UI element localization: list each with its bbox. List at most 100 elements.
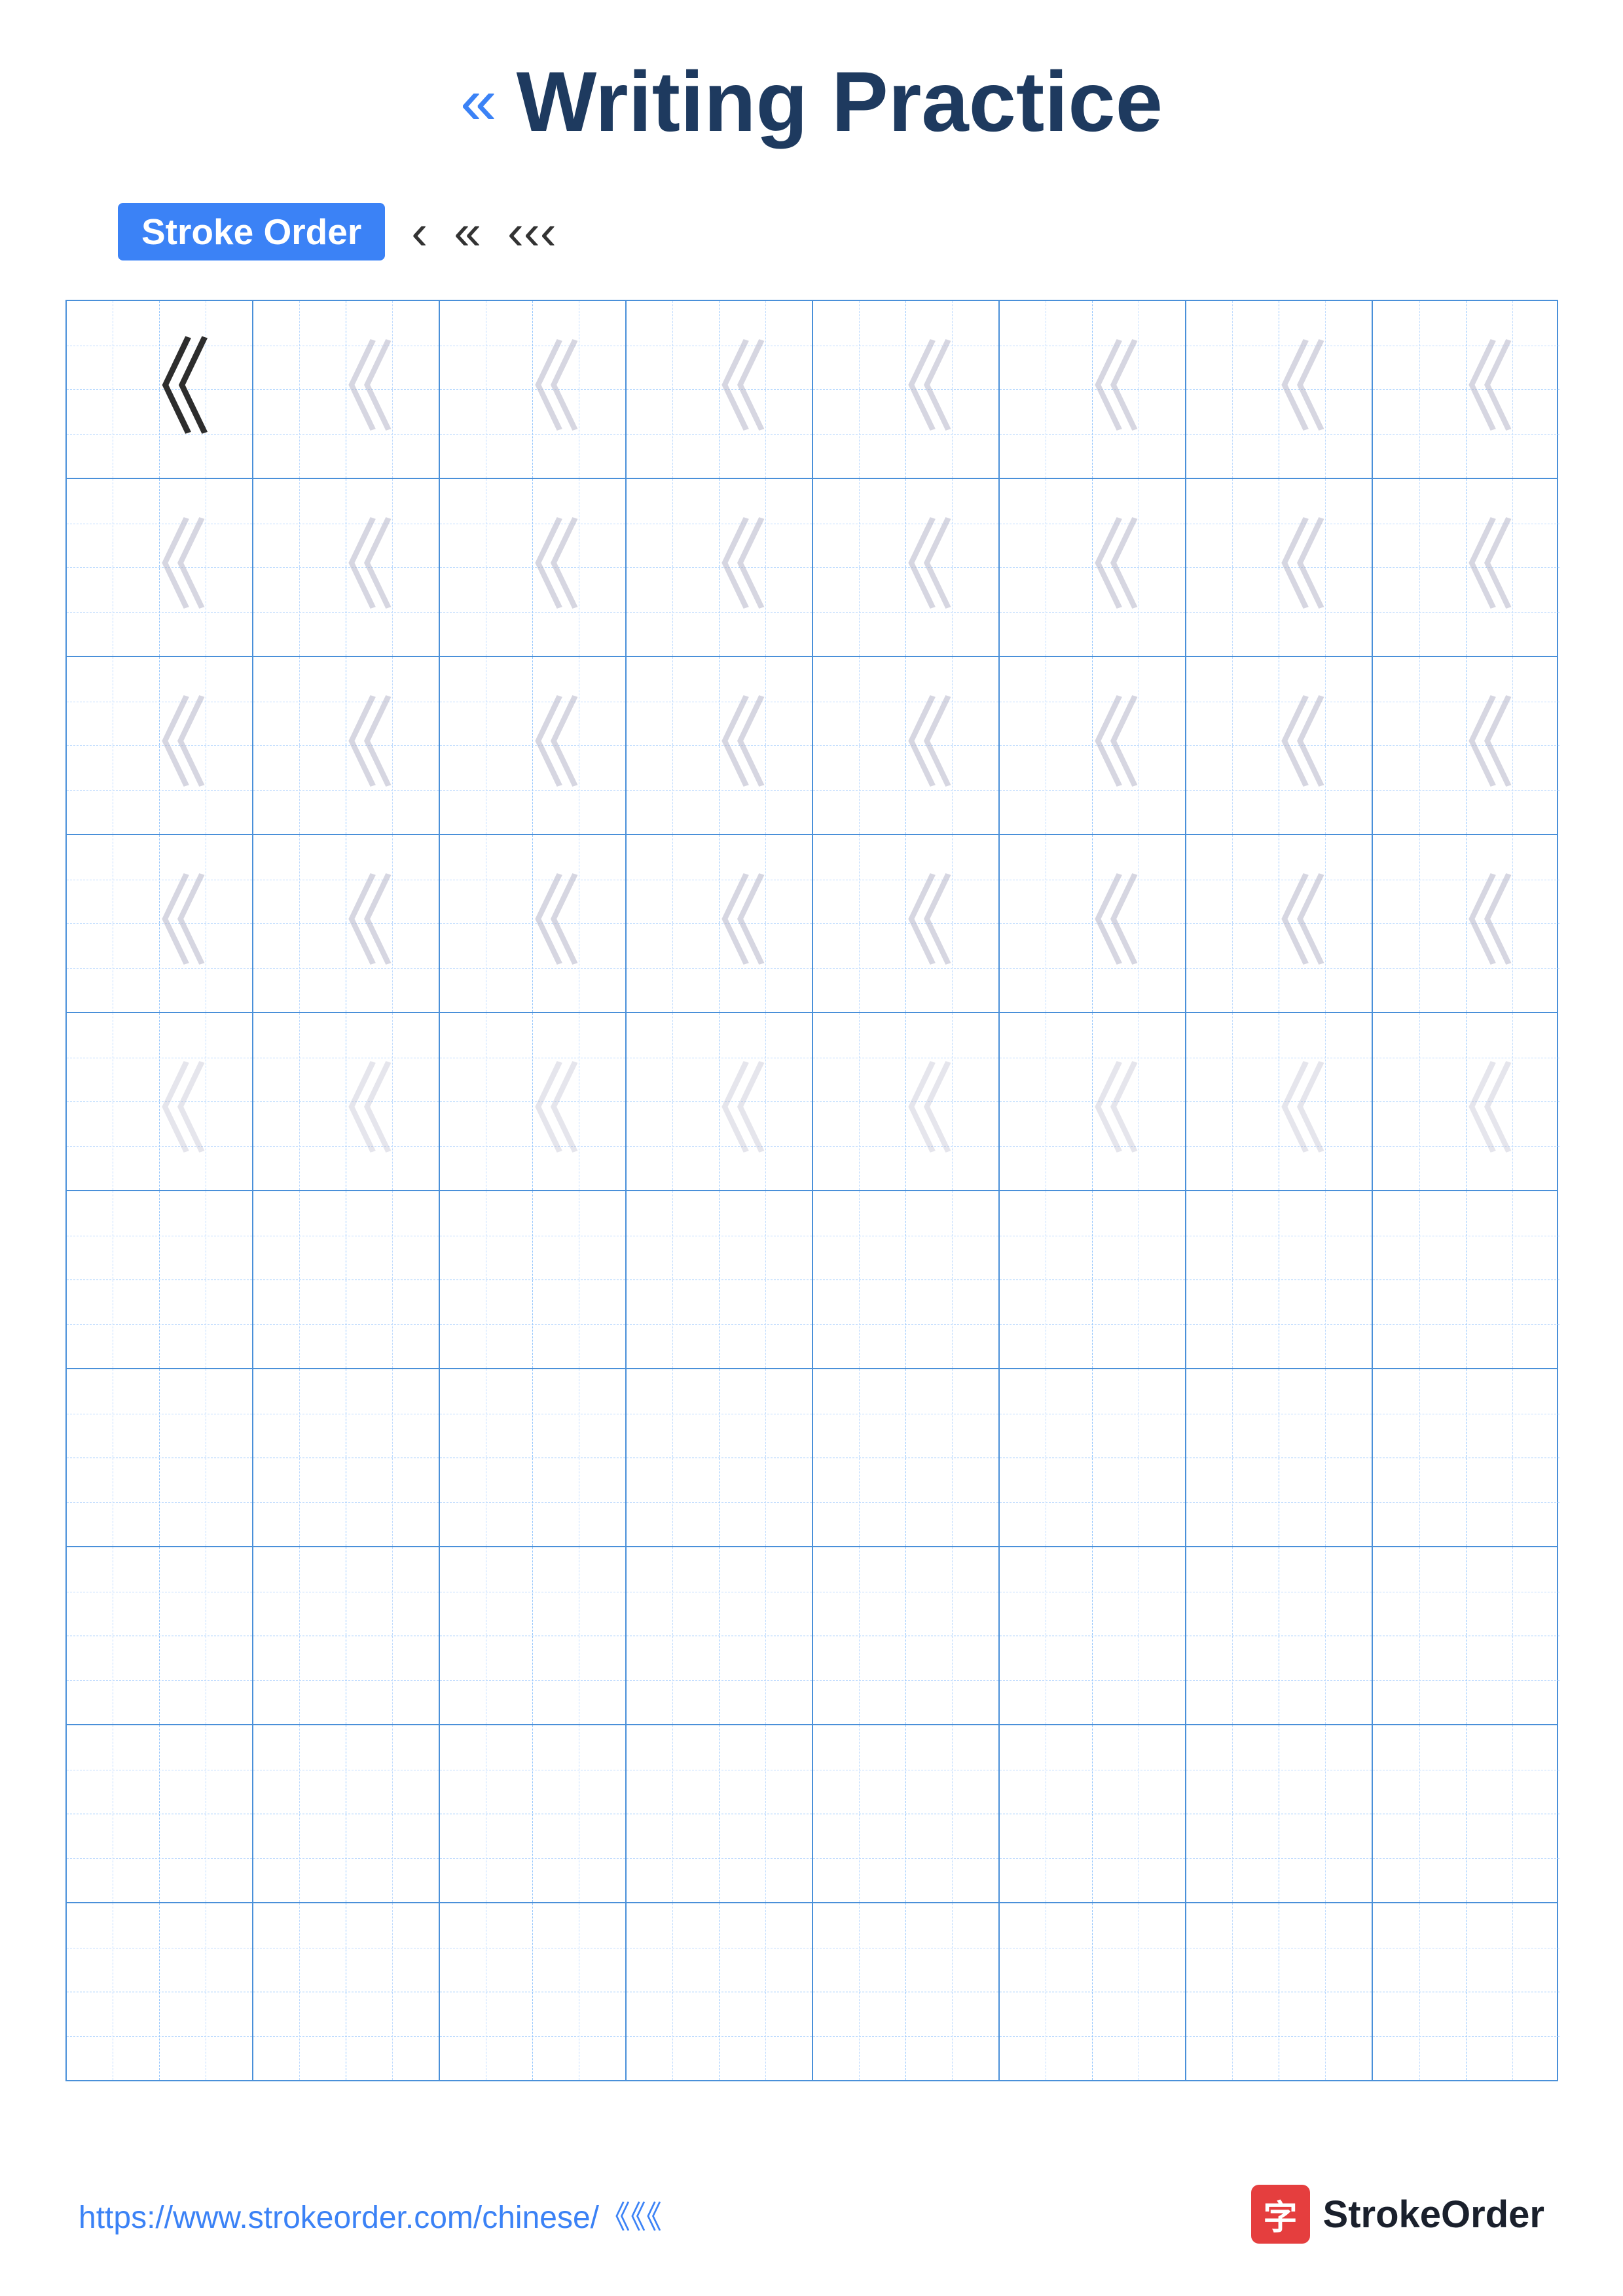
grid-cell-10-6[interactable] — [1000, 1903, 1186, 2080]
grid-cell-4-3[interactable]: 《 — [440, 835, 627, 1012]
grid-cell-4-1[interactable]: 《 — [67, 835, 253, 1012]
grid-cell-7-7[interactable] — [1186, 1369, 1373, 1546]
grid-cell-4-6[interactable]: 《 — [1000, 835, 1186, 1012]
grid-row-3: 《 《 《 — [67, 657, 1557, 835]
stroke-order-badge: Stroke Order — [118, 203, 385, 260]
grid-row-1: 《 《 《 — [67, 301, 1557, 479]
grid-cell-6-5[interactable] — [813, 1191, 1000, 1368]
grid-cell-1-5[interactable]: 《 — [813, 301, 1000, 478]
grid-row-4: 《 《 《 — [67, 835, 1557, 1013]
grid-cell-3-4[interactable]: 《 — [627, 657, 813, 834]
grid-cell-8-2[interactable] — [253, 1547, 440, 1724]
grid-cell-8-3[interactable] — [440, 1547, 627, 1724]
grid-cell-2-8[interactable]: 《 — [1373, 479, 1559, 656]
page-title: Writing Practice — [517, 52, 1163, 151]
grid-cell-9-7[interactable] — [1186, 1725, 1373, 1902]
grid-cell-10-8[interactable] — [1373, 1903, 1559, 2080]
grid-cell-4-7[interactable]: 《 — [1186, 835, 1373, 1012]
grid-cell-10-3[interactable] — [440, 1903, 627, 2080]
grid-cell-2-5[interactable]: 《 — [813, 479, 1000, 656]
grid-cell-5-6[interactable]: 《 — [1000, 1013, 1186, 1190]
grid-cell-8-7[interactable] — [1186, 1547, 1373, 1724]
grid-cell-9-8[interactable] — [1373, 1725, 1559, 1902]
grid-cell-8-8[interactable] — [1373, 1547, 1559, 1724]
footer-brand: 字 StrokeOrder — [1251, 2185, 1544, 2244]
grid-cell-3-6[interactable]: 《 — [1000, 657, 1186, 834]
grid-cell-7-1[interactable] — [67, 1369, 253, 1546]
stroke-char-2: « — [454, 204, 481, 260]
practice-grid: 《 《 《 — [65, 300, 1558, 2081]
grid-row-2: 《 《 《 — [67, 479, 1557, 657]
grid-cell-9-6[interactable] — [1000, 1725, 1186, 1902]
grid-cell-6-4[interactable] — [627, 1191, 813, 1368]
grid-cell-4-5[interactable]: 《 — [813, 835, 1000, 1012]
grid-cell-2-2[interactable]: 《 — [253, 479, 440, 656]
grid-cell-5-7[interactable]: 《 — [1186, 1013, 1373, 1190]
grid-cell-1-8[interactable]: 《 — [1373, 301, 1559, 478]
title-icon: « — [460, 69, 497, 134]
grid-cell-7-6[interactable] — [1000, 1369, 1186, 1546]
grid-cell-9-3[interactable] — [440, 1725, 627, 1902]
grid-cell-5-1[interactable]: 《 — [67, 1013, 253, 1190]
grid-cell-2-1[interactable]: 《 — [67, 479, 253, 656]
char-solid: 《 — [107, 337, 211, 442]
grid-cell-1-3[interactable]: 《 — [440, 301, 627, 478]
grid-cell-7-8[interactable] — [1373, 1369, 1559, 1546]
page: « Writing Practice Stroke Order ‹ « ‹‹‹ … — [0, 0, 1623, 2296]
char-faint: 《 — [297, 340, 395, 439]
grid-cell-3-2[interactable]: 《 — [253, 657, 440, 834]
grid-cell-8-5[interactable] — [813, 1547, 1000, 1724]
grid-cell-1-2[interactable]: 《 — [253, 301, 440, 478]
grid-cell-1-1[interactable]: 《 — [67, 301, 253, 478]
stroke-order-row: Stroke Order ‹ « ‹‹‹ — [118, 203, 556, 260]
grid-cell-9-2[interactable] — [253, 1725, 440, 1902]
grid-cell-3-5[interactable]: 《 — [813, 657, 1000, 834]
title-area: « Writing Practice — [460, 52, 1163, 151]
grid-row-6 — [67, 1191, 1557, 1369]
grid-cell-3-1[interactable]: 《 — [67, 657, 253, 834]
grid-cell-9-5[interactable] — [813, 1725, 1000, 1902]
grid-cell-5-3[interactable]: 《 — [440, 1013, 627, 1190]
grid-cell-5-8[interactable]: 《 — [1373, 1013, 1559, 1190]
grid-cell-5-5[interactable]: 《 — [813, 1013, 1000, 1190]
grid-cell-3-3[interactable]: 《 — [440, 657, 627, 834]
grid-cell-3-8[interactable]: 《 — [1373, 657, 1559, 834]
grid-cell-7-2[interactable] — [253, 1369, 440, 1546]
grid-cell-10-7[interactable] — [1186, 1903, 1373, 2080]
grid-cell-10-4[interactable] — [627, 1903, 813, 2080]
grid-cell-8-4[interactable] — [627, 1547, 813, 1724]
grid-cell-4-2[interactable]: 《 — [253, 835, 440, 1012]
grid-cell-6-6[interactable] — [1000, 1191, 1186, 1368]
grid-cell-4-4[interactable]: 《 — [627, 835, 813, 1012]
grid-cell-7-3[interactable] — [440, 1369, 627, 1546]
grid-cell-6-8[interactable] — [1373, 1191, 1559, 1368]
grid-cell-4-8[interactable]: 《 — [1373, 835, 1559, 1012]
grid-cell-1-4[interactable]: 《 — [627, 301, 813, 478]
grid-cell-6-7[interactable] — [1186, 1191, 1373, 1368]
grid-cell-6-3[interactable] — [440, 1191, 627, 1368]
grid-cell-1-6[interactable]: 《 — [1000, 301, 1186, 478]
grid-cell-6-2[interactable] — [253, 1191, 440, 1368]
grid-row-8 — [67, 1547, 1557, 1725]
grid-cell-10-2[interactable] — [253, 1903, 440, 2080]
grid-cell-1-7[interactable]: 《 — [1186, 301, 1373, 478]
grid-cell-6-1[interactable] — [67, 1191, 253, 1368]
grid-cell-7-5[interactable] — [813, 1369, 1000, 1546]
grid-cell-7-4[interactable] — [627, 1369, 813, 1546]
grid-cell-2-6[interactable]: 《 — [1000, 479, 1186, 656]
grid-cell-8-1[interactable] — [67, 1547, 253, 1724]
grid-cell-8-6[interactable] — [1000, 1547, 1186, 1724]
grid-cell-2-3[interactable]: 《 — [440, 479, 627, 656]
grid-cell-9-1[interactable] — [67, 1725, 253, 1902]
grid-cell-3-7[interactable]: 《 — [1186, 657, 1373, 834]
grid-cell-2-7[interactable]: 《 — [1186, 479, 1373, 656]
grid-cell-10-1[interactable] — [67, 1903, 253, 2080]
footer-logo-icon: 字 — [1251, 2185, 1310, 2244]
grid-cell-2-4[interactable]: 《 — [627, 479, 813, 656]
grid-cell-9-4[interactable] — [627, 1725, 813, 1902]
stroke-char-1: ‹ — [411, 204, 428, 260]
footer-url[interactable]: https://www.strokeorder.com/chinese/《《《 — [79, 2191, 662, 2237]
grid-cell-10-5[interactable] — [813, 1903, 1000, 2080]
grid-cell-5-4[interactable]: 《 — [627, 1013, 813, 1190]
grid-cell-5-2[interactable]: 《 — [253, 1013, 440, 1190]
